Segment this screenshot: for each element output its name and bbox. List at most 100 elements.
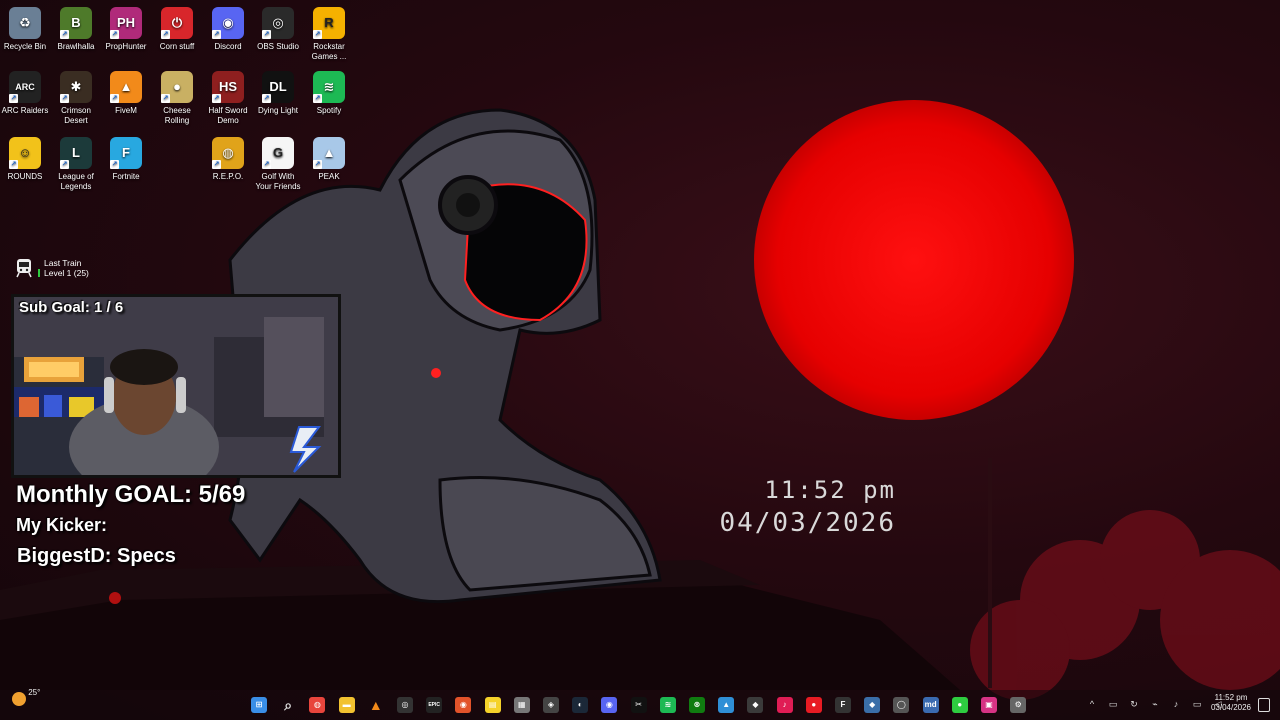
webcam-scene: [14, 297, 338, 475]
shortcut-arrow-icon: ↗: [60, 30, 69, 39]
desktop-icon-label: Cheese Rolling: [163, 106, 191, 125]
sticky-notes-icon[interactable]: ▤: [484, 697, 501, 713]
display-icon[interactable]: ▭: [1192, 699, 1202, 709]
desktop-icon-label: R.E.P.O.: [212, 172, 244, 181]
desktop-icon-golf-with-your-friends[interactable]: G ↗ Golf With Your Friends: [253, 137, 303, 192]
desktop-icon-label: Brawlhalla: [57, 42, 95, 51]
taskbar-clock-date: 03/04/2026: [1210, 703, 1252, 712]
brawlhalla-icon: B ↗: [60, 7, 92, 39]
discord-taskbar-icon[interactable]: ◉: [601, 697, 618, 713]
desktop-icon-recycle-bin[interactable]: ♻ Recycle Bin: [0, 7, 50, 52]
microphone-icon[interactable]: ♪: [1171, 699, 1181, 709]
biggest-donor-text: BiggestD: Specs: [17, 545, 176, 567]
desktop-icon-label: ARC Raiders: [1, 106, 49, 115]
vlc-icon[interactable]: ▲: [368, 697, 384, 713]
shortcut-arrow-icon: ↗: [161, 30, 170, 39]
fortnite-icon: F ↗: [110, 137, 142, 169]
desktop-icon-half-sword-demo[interactable]: HS ↗ Half Sword Demo: [203, 71, 253, 126]
desktop-icon-label: Golf With Your Friends: [255, 172, 301, 191]
desktop-icon-label: League of Legends: [58, 172, 94, 191]
app-gray-icon[interactable]: ▦: [513, 697, 530, 713]
train-widget-title: Last Train: [44, 258, 82, 268]
app-green-icon[interactable]: ●: [951, 697, 968, 713]
desktop-icon-peak[interactable]: ▲ ↗ PEAK: [304, 137, 354, 182]
tray-usb-icon[interactable]: ⌁: [1150, 699, 1160, 709]
xbox-icon[interactable]: ⊗: [689, 697, 705, 713]
desktop-icon-cheese-rolling[interactable]: ● ↗ Cheese Rolling: [152, 71, 202, 126]
figma-icon[interactable]: F: [835, 697, 851, 713]
rounds-icon: ☺ ↗: [9, 137, 41, 169]
photos-icon[interactable]: ▲: [718, 697, 735, 713]
desktop-icon-spotify[interactable]: ≋ ↗ Spotify: [304, 71, 354, 116]
dying-light-icon: DL ↗: [262, 71, 294, 103]
golf-icon: G ↗: [262, 137, 294, 169]
search-icon[interactable]: ⌕: [280, 697, 296, 713]
file-explorer-icon[interactable]: ▬: [338, 697, 355, 713]
mdk-icon[interactable]: md: [922, 697, 939, 713]
weather-moon-icon: [12, 692, 26, 706]
level-bar: [38, 269, 40, 277]
desktop-icon-arc-raiders[interactable]: ARC ↗ ARC Raiders: [0, 71, 50, 116]
desktop-icon-crimson-desert[interactable]: ✱ ↗ Crimson Desert: [51, 71, 101, 126]
crimson-desert-icon: ✱ ↗: [60, 71, 92, 103]
taskbar-clock[interactable]: 11:52 pm 03/04/2026: [1206, 693, 1256, 713]
train-widget-level: Level 1 (25): [38, 268, 89, 278]
desktop-icon-rockstar-games[interactable]: R ↗ Rockstar Games ...: [304, 7, 354, 62]
shortcut-arrow-icon: ↗: [60, 160, 69, 169]
desktop-icon-r-e-p-o[interactable]: ◍ ↗ R.E.P.O.: [203, 137, 253, 182]
tray-app-icon[interactable]: ▭: [1108, 699, 1118, 709]
desktop-icon-obs-studio[interactable]: ◎ ↗ OBS Studio: [253, 7, 303, 52]
nvidia-icon[interactable]: ◆: [747, 697, 764, 713]
repo-icon: ◍ ↗: [212, 137, 244, 169]
desktop-icon-corn-stuff[interactable]: ⏻ ↗ Corn stuff: [152, 7, 202, 52]
firefox-icon[interactable]: ◉: [455, 697, 472, 713]
desktop-icon-fortnite[interactable]: F ↗ Fortnite: [101, 137, 151, 182]
red-foliage: [970, 510, 1280, 700]
league-icon: L ↗: [60, 137, 92, 169]
desktop-icon-label: PEAK: [318, 172, 340, 181]
desktop-icon-prophunter[interactable]: PH ↗ PropHunter: [101, 7, 151, 52]
desktop-icon-rounds[interactable]: ☺ ↗ ROUNDS: [0, 137, 50, 182]
app-pink-icon[interactable]: ▣: [981, 697, 997, 713]
desktop-icon-league-of-legends[interactable]: L ↗ League of Legends: [51, 137, 101, 192]
obs-taskbar-icon[interactable]: ◎: [397, 697, 413, 713]
cheese-rolling-icon: ● ↗: [161, 71, 193, 103]
weather-widget[interactable]: 25°: [12, 688, 40, 706]
spotify-icon: ≋ ↗: [313, 71, 345, 103]
sub-goal-text: Sub Goal: 1 / 6: [19, 299, 124, 316]
notification-icon[interactable]: [1258, 698, 1270, 712]
spotify-taskbar-icon[interactable]: ≋: [659, 697, 676, 713]
desktop-clock: 11:52 pm 04/03/2026: [700, 476, 896, 538]
desktop-clock-date: 04/03/2026: [719, 508, 896, 538]
app-diamond-icon[interactable]: ◆: [864, 697, 881, 713]
power-icon: ⏻ ↗: [161, 7, 193, 39]
train-widget-level-text: Level 1 (25): [44, 268, 89, 278]
desktop-icon-label: Corn stuff: [159, 42, 195, 51]
start-button[interactable]: ⊞: [251, 697, 267, 713]
shortcut-arrow-icon: ↗: [313, 94, 322, 103]
desktop-icon-label: Dying Light: [257, 106, 299, 115]
epic-games-icon[interactable]: EPIC: [426, 697, 443, 713]
tray-network-sync-icon[interactable]: ↻: [1129, 699, 1139, 709]
app-steam-vr-icon[interactable]: ◈: [543, 697, 559, 713]
peak-icon: ▲ ↗: [313, 137, 345, 169]
shortcut-arrow-icon: ↗: [110, 94, 119, 103]
taskbar-clock-time: 11:52 pm: [1214, 693, 1248, 702]
steam-icon[interactable]: ◐: [572, 697, 589, 713]
shortcut-arrow-icon: ↗: [60, 94, 69, 103]
record-icon[interactable]: ●: [805, 697, 822, 713]
shortcut-arrow-icon: ↗: [212, 160, 221, 169]
capcut-icon[interactable]: ✂: [630, 697, 647, 713]
desktop-icon-brawlhalla[interactable]: B ↗ Brawlhalla: [51, 7, 101, 52]
desktop-icon-fivem[interactable]: ▲ ↗ FiveM: [101, 71, 151, 116]
settings-icon[interactable]: ⚙: [1010, 697, 1027, 713]
discord-icon: ◉ ↗: [212, 7, 244, 39]
desktop-icon-label: FiveM: [115, 106, 137, 115]
desktop-icon-discord[interactable]: ◉ ↗ Discord: [203, 7, 253, 52]
app-circle-icon[interactable]: ◯: [893, 697, 910, 713]
recycle-bin-icon: ♻: [9, 7, 41, 39]
chevron-up-icon[interactable]: ^: [1087, 699, 1097, 709]
chrome-icon[interactable]: ◍: [309, 697, 326, 713]
desktop-icon-dying-light[interactable]: DL ↗ Dying Light: [253, 71, 303, 116]
tiktok-icon[interactable]: ♪: [776, 697, 793, 713]
